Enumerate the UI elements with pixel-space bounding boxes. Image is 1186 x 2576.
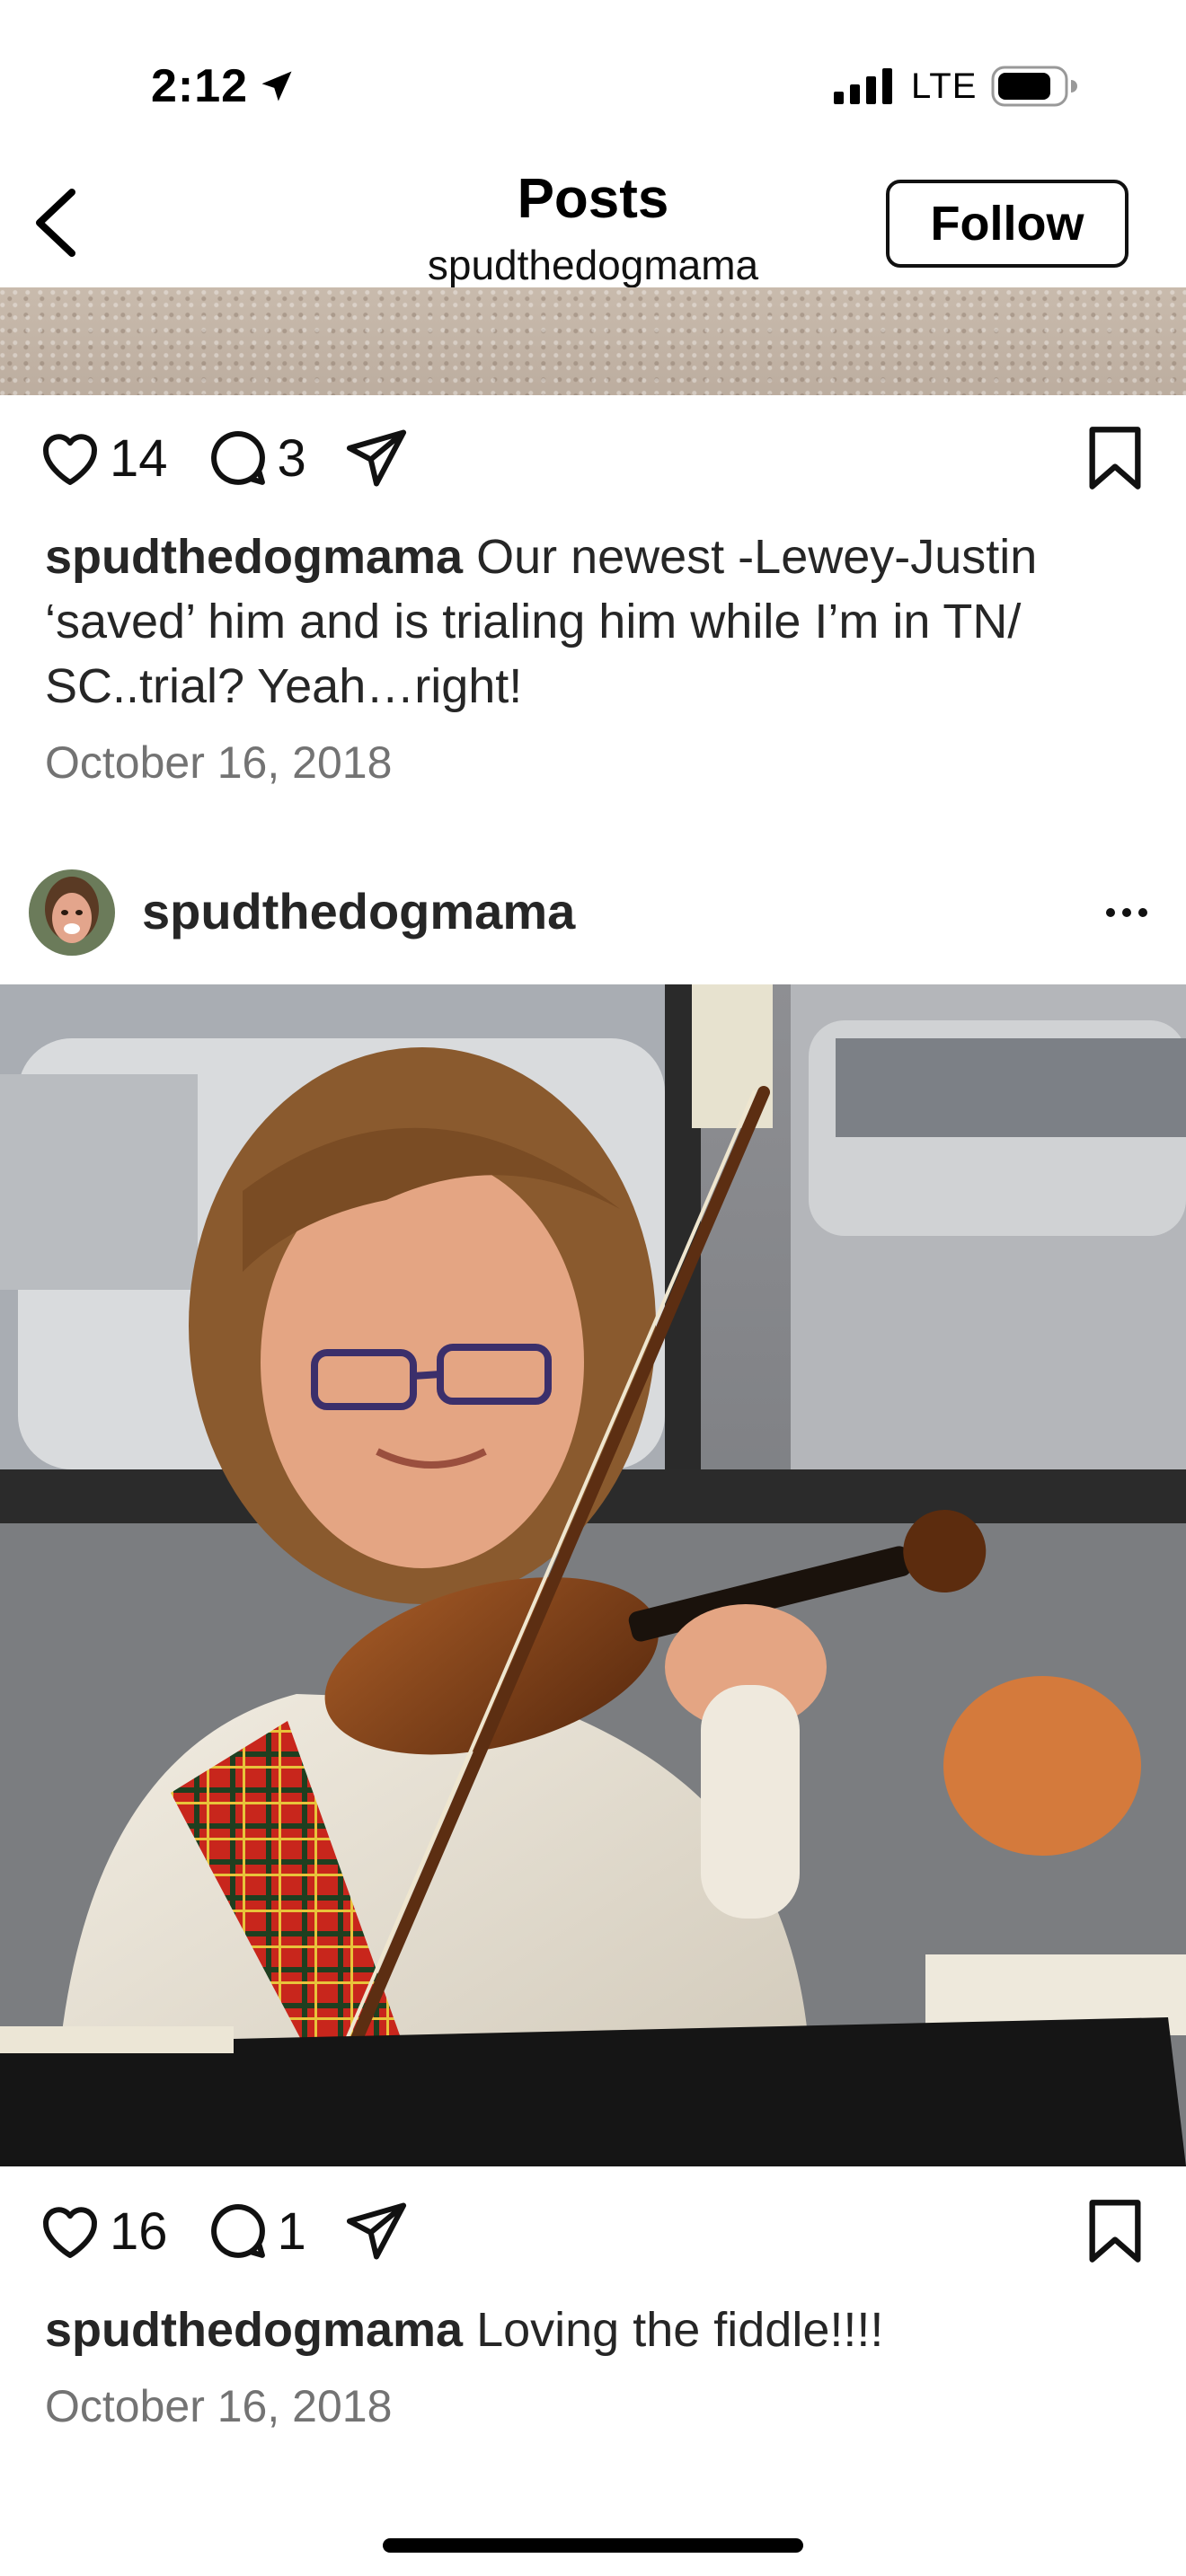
post1-caption-username[interactable]: spudthedogmama — [45, 530, 463, 584]
post2-caption: spudthedogmama Loving the fiddle!!!! — [45, 2298, 1150, 2362]
post2-like-count[interactable]: 16 — [110, 2201, 168, 2262]
post1-action-row: 14 3 — [36, 424, 411, 492]
avatar-image — [29, 869, 115, 956]
share-icon[interactable] — [342, 424, 411, 492]
post2-photo[interactable] — [0, 984, 1186, 2166]
network-label: LTE — [911, 66, 978, 106]
post2-username[interactable]: spudthedogmama — [142, 882, 575, 940]
post2-comment-count[interactable]: 1 — [278, 2201, 306, 2262]
post1-photo[interactable] — [0, 287, 1186, 395]
follow-button[interactable]: Follow — [886, 180, 1128, 268]
share-icon[interactable] — [342, 2197, 411, 2265]
post1-date: October 16, 2018 — [45, 737, 393, 788]
violinist-illustration — [0, 984, 1186, 2166]
bookmark-icon[interactable] — [1084, 2197, 1146, 2265]
post2-caption-username[interactable]: spudthedogmama — [45, 2303, 463, 2357]
post1-caption: spudthedogmama Our newest -Lewey-Justin … — [45, 525, 1150, 719]
post1-comment-count[interactable]: 3 — [278, 428, 306, 489]
comment-icon[interactable] — [204, 2197, 272, 2265]
post2-caption-text: Loving the fiddle!!!! — [476, 2303, 884, 2357]
more-options-icon[interactable] — [1103, 895, 1150, 931]
post2-date: October 16, 2018 — [45, 2381, 393, 2431]
status-indicators: LTE — [834, 65, 1078, 108]
location-arrow-icon — [261, 71, 292, 101]
like-icon[interactable] — [36, 424, 104, 492]
signal-icon — [834, 68, 892, 104]
status-time-text: 2:12 — [151, 60, 249, 112]
post1-like-count[interactable]: 14 — [110, 428, 168, 489]
comment-icon[interactable] — [204, 424, 272, 492]
home-indicator[interactable] — [383, 2538, 803, 2553]
status-time: 2:12 — [151, 59, 296, 113]
avatar[interactable] — [29, 869, 115, 956]
bookmark-icon[interactable] — [1084, 424, 1146, 492]
post2-action-row: 16 1 — [36, 2197, 411, 2265]
battery-icon — [991, 66, 1078, 107]
like-icon[interactable] — [36, 2197, 104, 2265]
